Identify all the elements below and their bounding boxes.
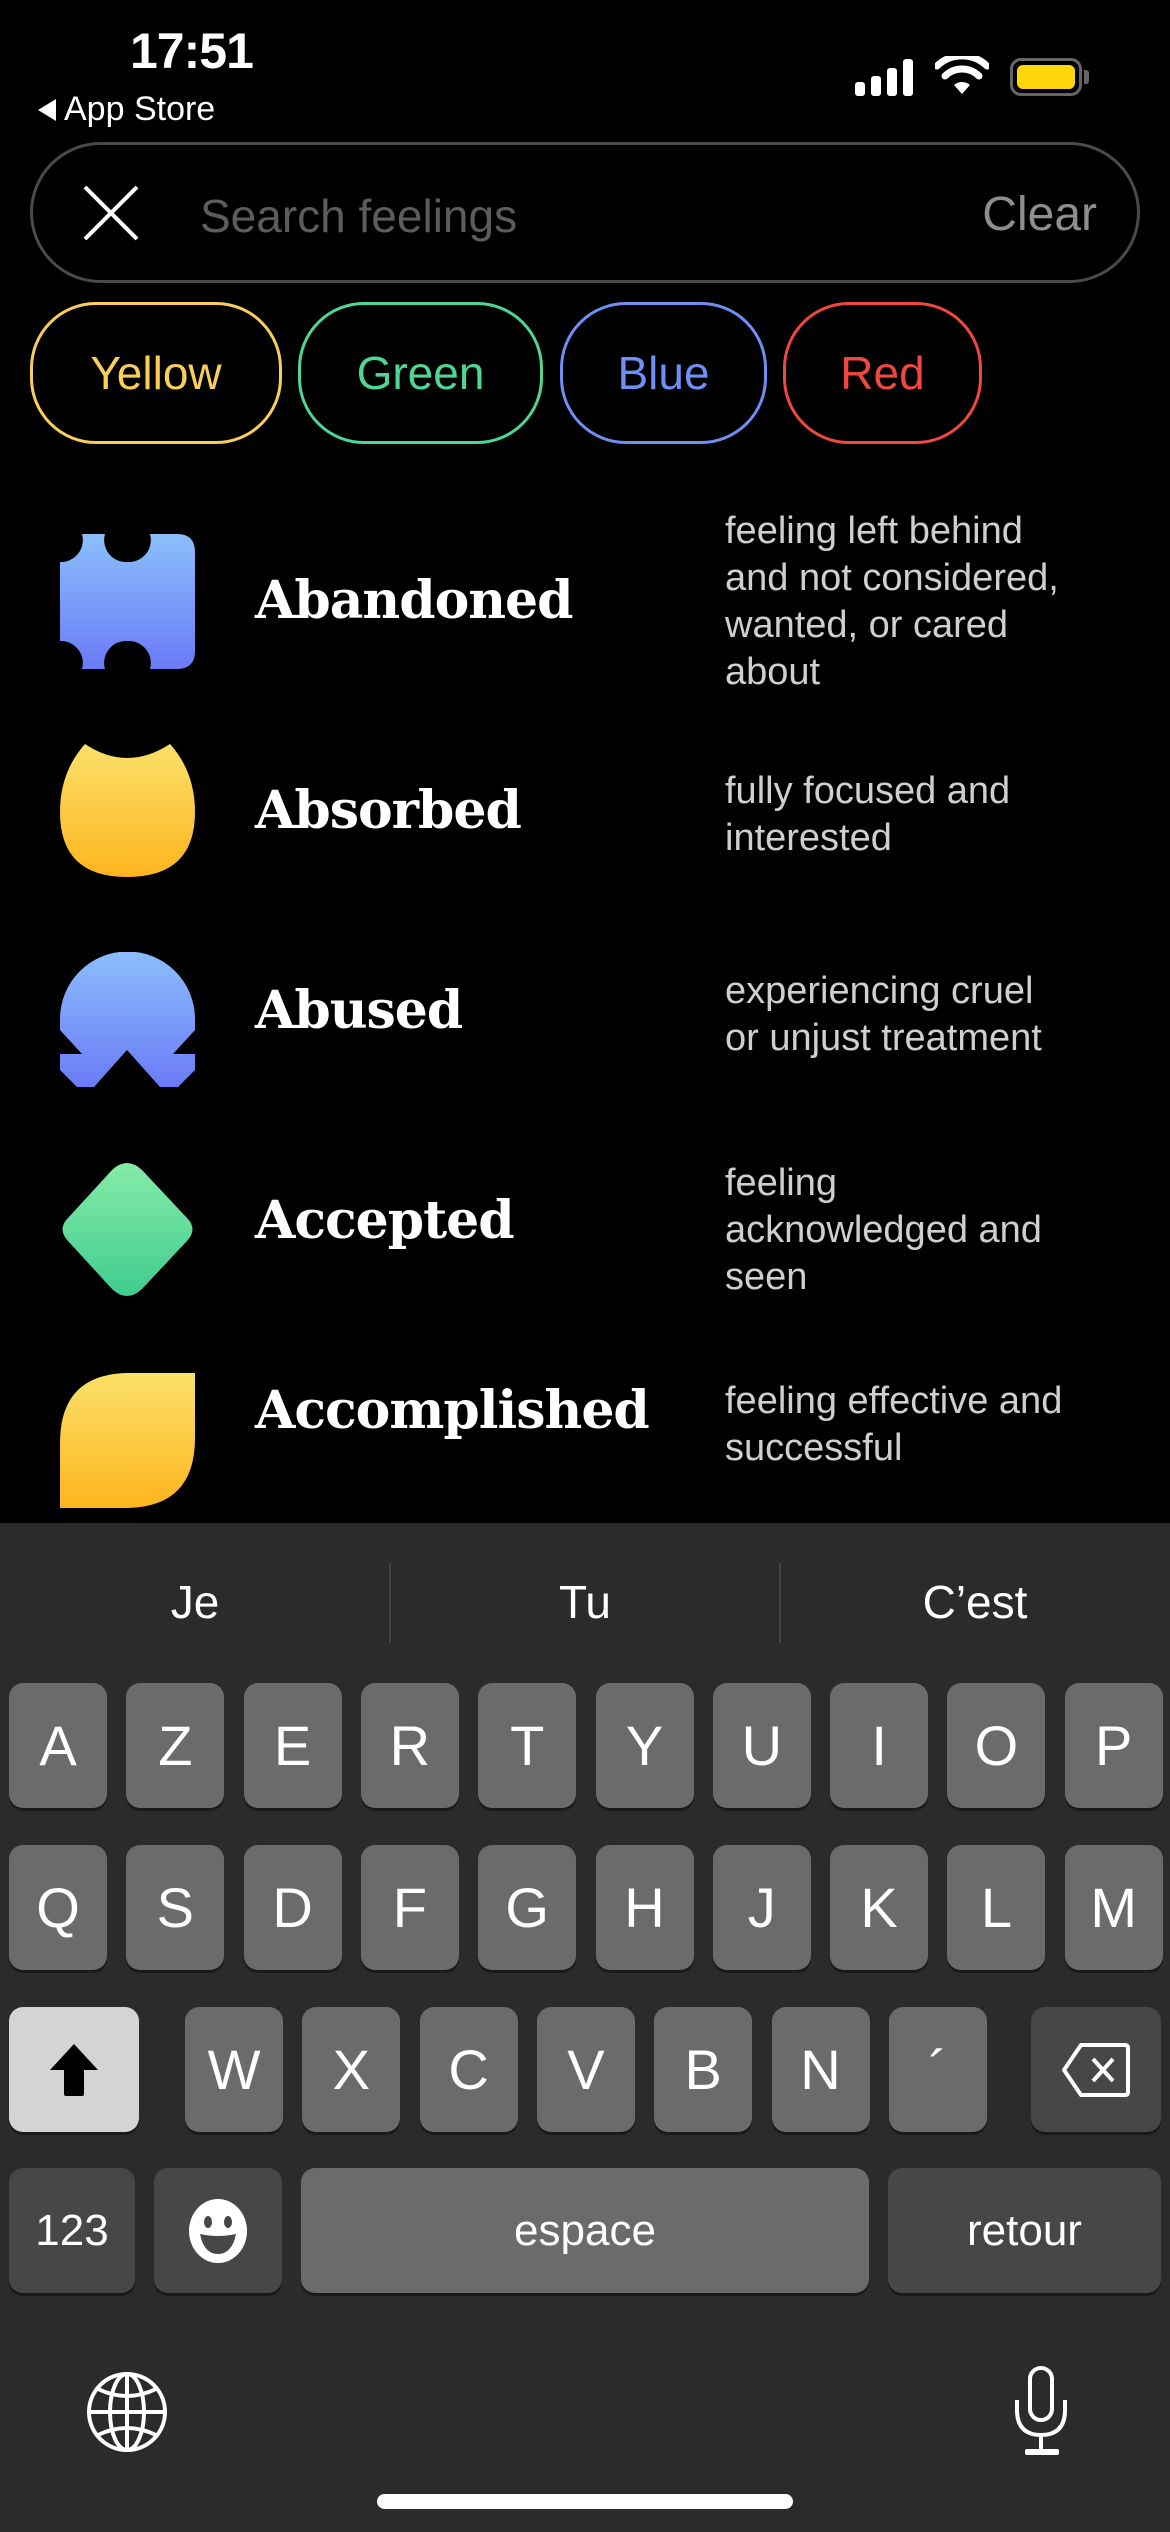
key-h[interactable]: H: [595, 1845, 694, 1970]
keyboard: Je Tu C’est AZERTYUIOP QSDFGHJKLM WXCVBN…: [0, 1523, 1170, 2532]
status-time: 17:51: [130, 23, 254, 79]
leaf-shape-icon: [60, 1373, 195, 1508]
delete-key[interactable]: [1031, 2007, 1161, 2132]
numbers-key[interactable]: 123: [9, 2168, 135, 2293]
battery-tip: [1084, 70, 1089, 84]
suggestion-je[interactable]: Je: [0, 1523, 390, 1680]
key-w[interactable]: W: [185, 2007, 283, 2132]
key-acute-accent[interactable]: ´: [888, 2007, 987, 2132]
search-bar: Clear: [30, 142, 1140, 283]
key-n[interactable]: N: [771, 2007, 870, 2132]
feeling-row-abused[interactable]: Abused experiencing cruel or unjust treat…: [0, 920, 1170, 1125]
filter-chip-yellow[interactable]: Yellow: [30, 302, 282, 444]
key-e[interactable]: E: [243, 1683, 342, 1808]
key-c[interactable]: C: [419, 2007, 518, 2132]
key-u[interactable]: U: [712, 1683, 811, 1808]
feeling-description: feeling acknowledged and seen: [725, 1162, 1042, 1298]
key-m[interactable]: M: [1064, 1845, 1163, 1970]
key-v[interactable]: V: [536, 2007, 635, 2132]
key-p[interactable]: P: [1064, 1683, 1163, 1808]
back-label: App Store: [64, 90, 216, 128]
home-indicator[interactable]: [377, 2494, 793, 2509]
suggestion-cest[interactable]: C’est: [780, 1523, 1170, 1680]
feeling-name: Abused: [255, 980, 463, 1041]
rounded-diamond-shape-icon: [62, 1163, 193, 1296]
filter-chip-red[interactable]: Red: [783, 302, 982, 444]
key-j[interactable]: J: [712, 1845, 811, 1970]
feeling-name: Abandoned: [255, 570, 573, 631]
key-g[interactable]: G: [478, 1845, 577, 1970]
globe-icon[interactable]: [86, 2371, 168, 2453]
key-b[interactable]: B: [654, 2007, 753, 2132]
search-input[interactable]: [198, 175, 962, 257]
feeling-row-absorbed[interactable]: Absorbed fully focused and interested: [0, 710, 1170, 915]
feeling-description: feeling effective and successful: [725, 1380, 1063, 1469]
feeling-row-abandoned[interactable]: Abandoned feeling left behind and not con…: [0, 500, 1170, 705]
feeling-name: Accepted: [255, 1190, 515, 1251]
microphone-icon[interactable]: [1012, 2365, 1072, 2457]
close-icon[interactable]: [81, 183, 141, 243]
filter-chip-blue[interactable]: Blue: [560, 302, 767, 444]
key-k[interactable]: K: [830, 1845, 929, 1970]
feeling-name: Accomplished: [255, 1380, 650, 1441]
notched-dome-shape-icon: [60, 952, 195, 1087]
delete-icon: [1062, 2042, 1130, 2097]
key-r[interactable]: R: [360, 1683, 459, 1808]
battery-icon: [1010, 58, 1082, 96]
shift-icon: [50, 2043, 98, 2096]
key-x[interactable]: X: [302, 2007, 401, 2132]
feeling-row-accomplished[interactable]: Accomplished feeling effective and succes…: [0, 1340, 1170, 1523]
feelings-list: Abandoned feeling left behind and not con…: [0, 500, 1170, 1523]
clear-button[interactable]: Clear: [982, 187, 1097, 242]
cellular-signal-icon: [855, 58, 913, 96]
space-key[interactable]: espace: [301, 2168, 869, 2293]
return-key[interactable]: retour: [888, 2168, 1161, 2293]
key-q[interactable]: Q: [9, 1845, 107, 1970]
key-l[interactable]: L: [947, 1845, 1046, 1970]
feeling-name: Absorbed: [255, 780, 522, 841]
key-d[interactable]: D: [243, 1845, 342, 1970]
feeling-description: fully focused and interested: [725, 770, 1011, 859]
feeling-description: feeling left behind and not considered, wa…: [725, 510, 1059, 693]
suggestion-tu[interactable]: Tu: [390, 1523, 780, 1680]
notched-rectangle-shape-icon: [60, 534, 195, 669]
key-a[interactable]: A: [9, 1683, 107, 1808]
key-s[interactable]: S: [126, 1845, 225, 1970]
emoji-key[interactable]: [154, 2168, 282, 2293]
feeling-description: experiencing cruel or unjust treatment: [725, 970, 1042, 1059]
feeling-row-accepted[interactable]: Accepted feeling acknowledged and seen: [0, 1130, 1170, 1335]
key-y[interactable]: Y: [595, 1683, 694, 1808]
filter-chip-green[interactable]: Green: [298, 302, 543, 444]
wifi-icon: [935, 56, 989, 94]
key-z[interactable]: Z: [126, 1683, 225, 1808]
emoji-icon: [189, 2198, 247, 2263]
back-arrow-icon: [38, 98, 56, 121]
key-o[interactable]: O: [947, 1683, 1046, 1808]
shift-key[interactable]: [9, 2007, 139, 2132]
key-f[interactable]: F: [360, 1845, 459, 1970]
back-to-app-store[interactable]: App Store: [38, 90, 215, 129]
scooped-oval-shape-icon: [60, 744, 195, 877]
key-i[interactable]: I: [830, 1683, 929, 1808]
key-t[interactable]: T: [478, 1683, 577, 1808]
